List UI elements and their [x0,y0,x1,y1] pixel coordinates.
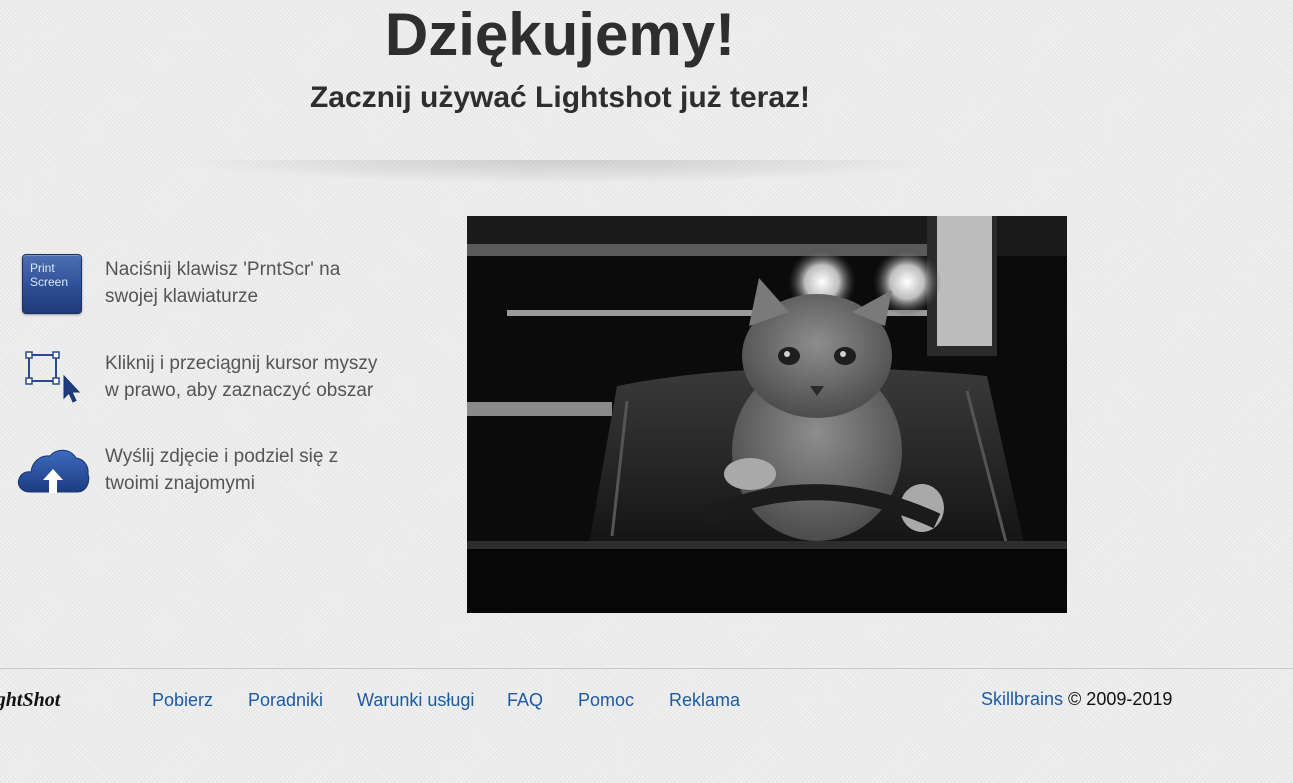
page-subtitle: Zacznij używać Lightshot już teraz! [309,81,811,114]
step-text: Kliknij i przeciągnij kursor myszy w pra… [105,350,405,404]
step-print-screen: Print Screen Naciśnij klawisz 'PrntScr' … [16,254,416,324]
selection-cursor-icon [16,348,88,414]
footer-link-tutorials[interactable]: Poradniki [248,690,323,711]
copyright-text: © 2009-2019 [1068,689,1173,709]
key-label-line2: Screen [30,275,69,289]
footer-link-help[interactable]: Pomoc [578,690,634,711]
footer-link-faq[interactable]: FAQ [507,690,543,711]
step-text: Wyślij zdjęcie i podziel się z twoimi zn… [105,443,405,497]
cat-driving-animation-icon [467,216,1067,613]
step-text-line2: swojej klawiaturze [105,286,259,307]
step-upload-share: Wyślij zdjęcie i podziel się z twoimi zn… [16,440,416,510]
key-label-line1: Print [30,261,55,275]
footer-link-ads[interactable]: Reklama [669,690,740,711]
footer-divider [0,668,1293,669]
step-text-line2: twoimi znajomymi [105,473,255,494]
demo-animation [467,216,1067,613]
print-screen-key-icon: Print Screen [16,254,88,320]
step-text-line1: Wyślij zdjęcie i podziel się z [105,446,339,467]
page-title: Dziękujemy! [384,1,736,68]
footer-copyright: Skillbrains © 2009-2019 [981,689,1172,710]
footer-link-terms[interactable]: Warunki usługi [357,690,474,711]
step-text-line2: w prawo, aby zaznaczyć obszar [105,380,374,401]
step-text-line1: Naciśnij klawisz 'PrntScr' na [105,259,341,280]
footer-company-link[interactable]: Skillbrains [981,689,1063,709]
step-select-area: Kliknij i przeciągnij kursor myszy w pra… [16,348,416,418]
step-text-line1: Kliknij i przeciągnij kursor myszy [105,353,378,374]
footer-link-download[interactable]: Pobierz [152,690,213,711]
footer-logo[interactable]: LightShot [0,689,60,712]
step-text: Naciśnij klawisz 'PrntScr' na swojej kla… [105,256,405,310]
cloud-upload-icon [16,440,90,506]
header-divider [170,160,950,184]
